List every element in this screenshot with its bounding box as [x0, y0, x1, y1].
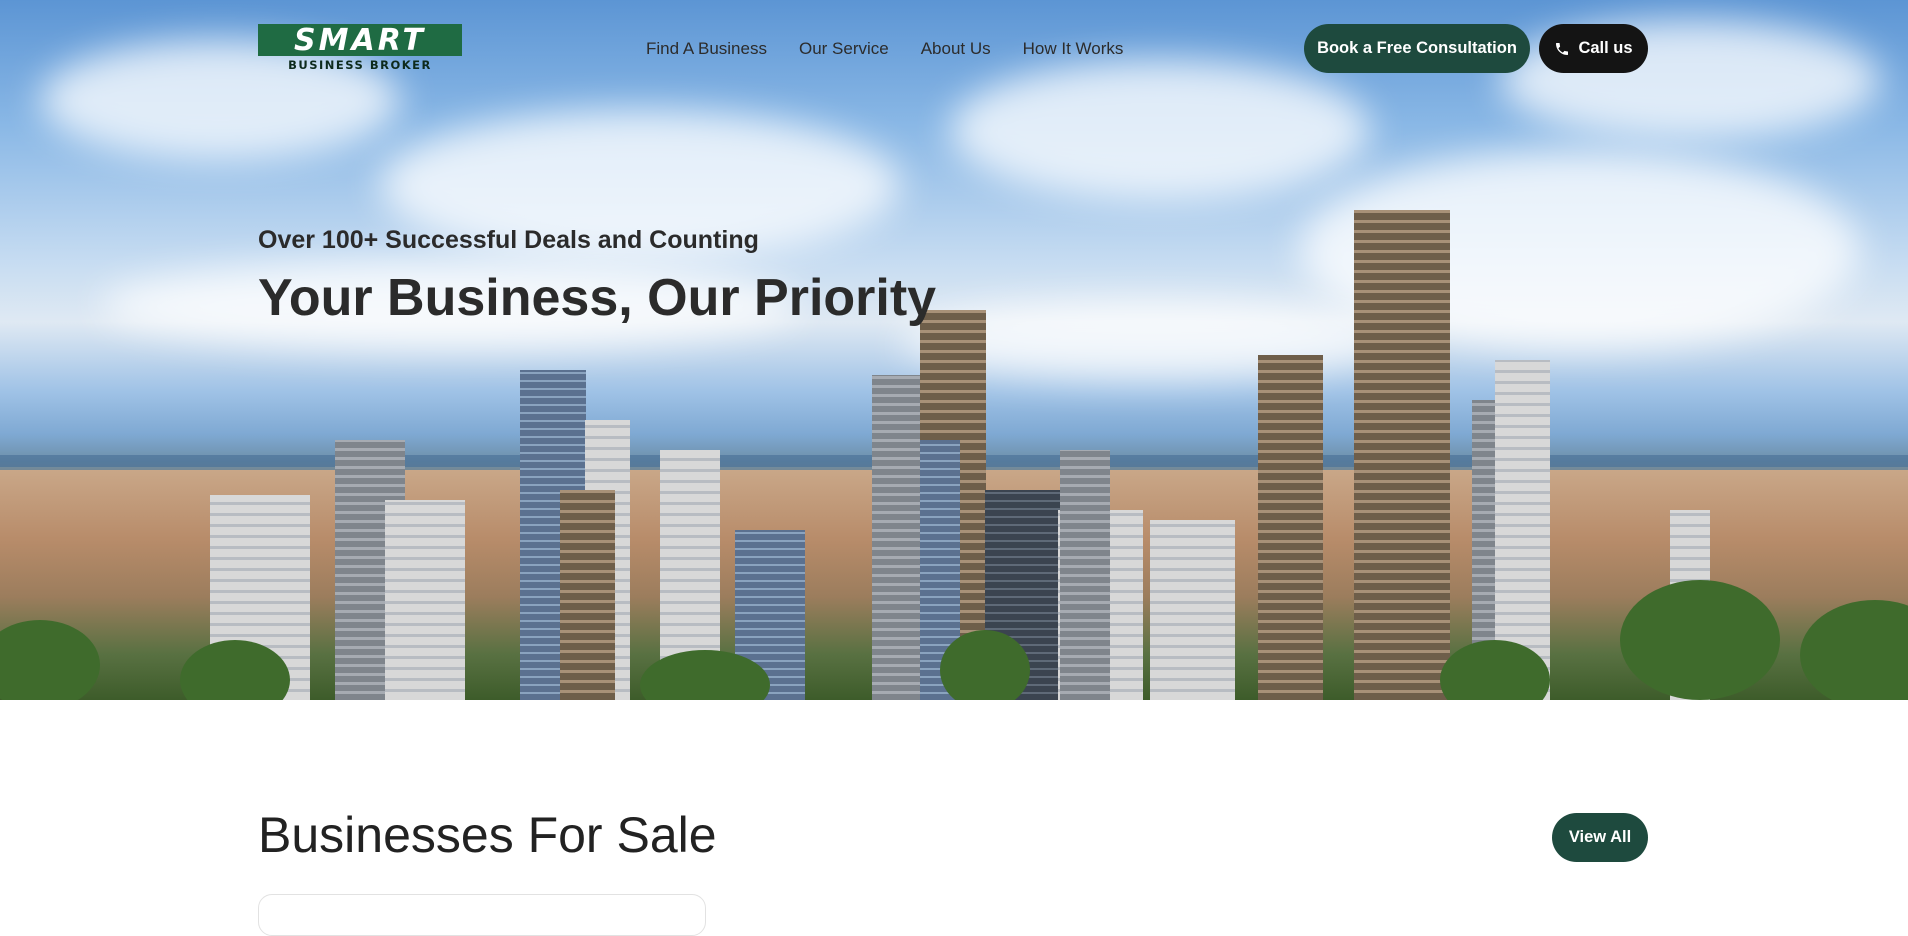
- book-consultation-label: Book a Free Consultation: [1317, 39, 1517, 57]
- call-us-button[interactable]: Call us: [1539, 24, 1648, 73]
- hero-subtitle: Over 100+ Successful Deals and Counting: [258, 226, 759, 254]
- main-nav: Find A Business Our Service About Us How…: [646, 39, 1123, 59]
- book-consultation-button[interactable]: Book a Free Consultation: [1304, 24, 1530, 73]
- nav-our-service[interactable]: Our Service: [799, 39, 889, 59]
- phone-icon: [1556, 42, 1569, 55]
- view-all-label: View All: [1568, 828, 1632, 846]
- nav-about-us[interactable]: About Us: [921, 39, 991, 59]
- nav-how-it-works[interactable]: How It Works: [1023, 39, 1124, 59]
- business-listing-card[interactable]: [258, 894, 706, 936]
- nav-find-a-business[interactable]: Find A Business: [646, 39, 767, 59]
- call-us-label: Call us: [1578, 39, 1633, 57]
- logo-wordmark: SMART: [294, 22, 426, 58]
- logo-tagline: BUSINESS BROKER: [288, 58, 432, 72]
- hero-title: Your Business, Our Priority: [258, 269, 937, 327]
- logo-mark: SMART: [258, 22, 462, 58]
- brand-logo[interactable]: SMART BUSINESS BROKER: [258, 22, 462, 72]
- hero-banner: [0, 0, 1908, 700]
- section-title-businesses-for-sale: Businesses For Sale: [258, 807, 717, 863]
- view-all-button[interactable]: View All: [1552, 813, 1648, 862]
